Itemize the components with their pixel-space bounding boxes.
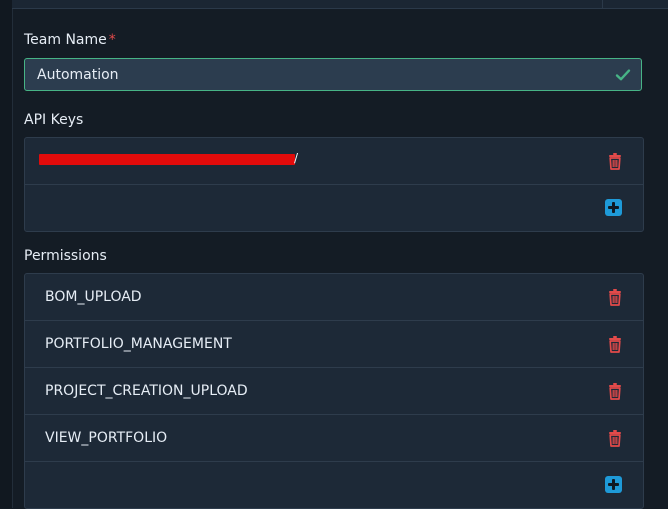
api-key-value: / (294, 151, 299, 165)
top-tab-bar (12, 0, 668, 9)
left-sidebar-strip (0, 0, 13, 508)
permission-row: BOM_UPLOAD (25, 274, 643, 321)
permissions-label: Permissions (24, 248, 107, 264)
api-key-add-row (25, 185, 643, 231)
trash-icon[interactable] (607, 429, 623, 447)
trash-icon[interactable] (607, 335, 623, 353)
trash-icon[interactable] (607, 382, 623, 400)
permission-row: VIEW_PORTFOLIO (25, 415, 643, 462)
permission-label: BOM_UPLOAD (45, 289, 142, 305)
trash-icon[interactable] (607, 152, 623, 170)
api-keys-label: API Keys (24, 112, 84, 128)
api-keys-list: / (24, 137, 644, 232)
team-name-label: Team Name * (24, 32, 116, 48)
api-key-row: / (25, 138, 643, 185)
permission-label: PORTFOLIO_MANAGEMENT (45, 336, 232, 352)
trash-icon[interactable] (607, 288, 623, 306)
redaction-mark (39, 154, 295, 165)
permission-add-row (25, 462, 643, 508)
permission-label: VIEW_PORTFOLIO (45, 430, 168, 446)
permission-label: PROJECT_CREATION_UPLOAD (45, 383, 248, 399)
tab-divider (602, 0, 603, 8)
required-asterisk: * (108, 32, 116, 48)
team-name-input[interactable]: Automation (24, 58, 642, 91)
team-name-value: Automation (37, 67, 119, 83)
permission-row: PORTFOLIO_MANAGEMENT (25, 321, 643, 368)
plus-square-icon[interactable] (605, 476, 622, 493)
permissions-list: BOM_UPLOAD PORTFOLIO_MANAGEMENT PROJECT_… (24, 273, 644, 509)
check-icon (615, 69, 631, 81)
permission-row: PROJECT_CREATION_UPLOAD (25, 368, 643, 415)
plus-square-icon[interactable] (605, 199, 622, 216)
